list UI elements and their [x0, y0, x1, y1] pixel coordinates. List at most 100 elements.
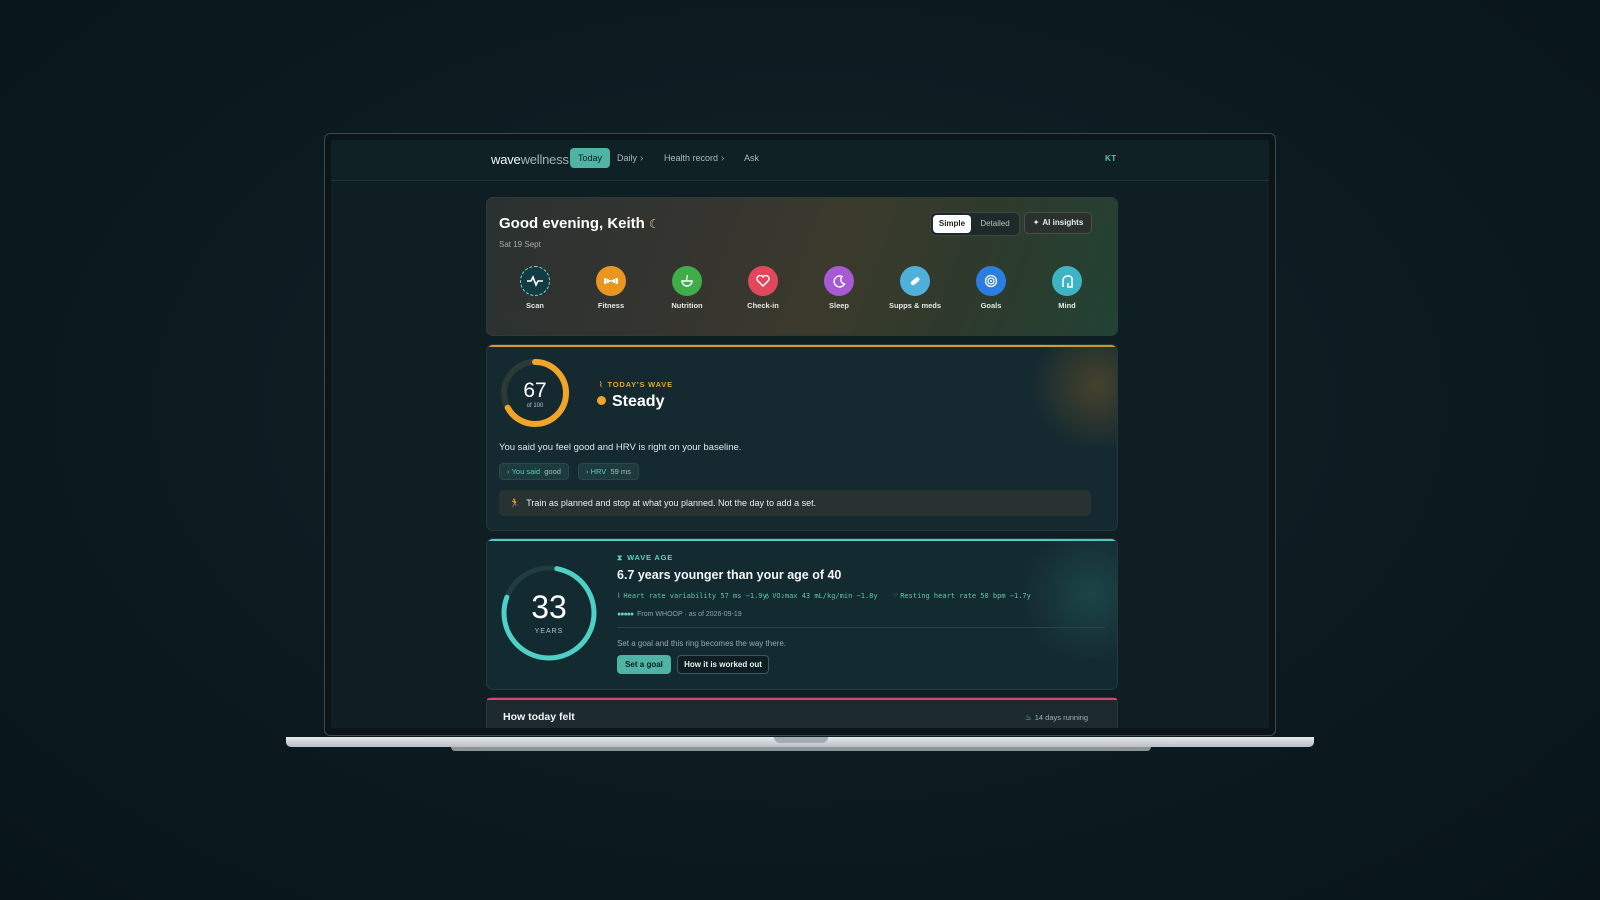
tab-health-record[interactable]: Health record › — [656, 148, 732, 168]
quick-action-mind[interactable]: Mind — [1037, 266, 1097, 310]
wave-score-ring: 67 of 100 — [501, 359, 569, 427]
how-worked-out-button[interactable]: How it is worked out — [677, 655, 769, 674]
ai-insights-label: AI insights — [1042, 218, 1084, 227]
heart-icon: ♡ — [893, 592, 898, 600]
quick-action-label: Sleep — [828, 301, 849, 310]
data-source: ●●●●● From WHOOP · as of 2026-09-19 — [617, 611, 742, 618]
app-logo[interactable]: wavewellness — [491, 152, 569, 167]
wave-description: You said you feel good and HRV is right … — [499, 442, 742, 453]
wave-age-label-text: WAVE AGE — [627, 553, 674, 562]
state-dot — [597, 396, 606, 405]
laptop-lip — [451, 747, 1151, 751]
greeting-title: Good evening, Keith ☾ — [499, 215, 660, 232]
chip-key: You said — [511, 467, 541, 476]
metric-resting-hr[interactable]: ♡ Resting heart rate 50 bpm −1.7y — [893, 592, 1031, 600]
greeting-text: Good evening, Keith — [499, 215, 645, 232]
tab-ask[interactable]: Ask — [736, 148, 767, 168]
wave-glow — [1017, 345, 1117, 445]
quick-action-scan[interactable]: Scan — [505, 266, 565, 310]
metric-vo2max[interactable]: ♁ VO₂max 43 mL/kg/min −1.8y — [765, 592, 878, 600]
view-detailed-button[interactable]: Detailed — [973, 215, 1017, 233]
metric-text: Heart rate variability 57 ms −1.9y — [623, 592, 767, 600]
quick-action-supps-meds[interactable]: Supps & meds — [885, 266, 945, 310]
quick-action-sleep[interactable]: Sleep — [809, 266, 869, 310]
laptop-bezel: wavewellness Today Daily › Health record ›… — [324, 133, 1276, 736]
metric-hrv[interactable]: ⌇ Heart rate variability 57 ms −1.9y — [617, 592, 767, 600]
quick-action-nutrition[interactable]: Nutrition — [657, 266, 717, 310]
tab-today-label: Today — [578, 153, 603, 163]
pulse-icon: ⌇ — [599, 380, 604, 389]
chevron-right-icon: › — [640, 153, 644, 164]
wave-state-text: Steady — [612, 393, 665, 410]
moon-icon — [824, 266, 854, 296]
flame-icon: ♨ — [1025, 713, 1032, 722]
streak-badge: ♨ 14 days running — [1025, 713, 1088, 722]
pill-icon — [900, 266, 930, 296]
advice-text: Train as planned and stop at what you pl… — [526, 498, 817, 508]
hourglass-icon: ⧗ — [617, 553, 624, 562]
chip-you-said[interactable]: › You said good — [499, 463, 569, 480]
moon-icon: ☾ — [649, 217, 660, 231]
top-nav: wavewellness Today Daily › Health record ›… — [331, 140, 1269, 181]
logo-wave: wave — [491, 152, 521, 167]
runner-icon: 🏃 — [509, 498, 521, 508]
todays-wave-label-text: TODAY'S WAVE — [607, 380, 673, 389]
wave-score-value: 67 — [523, 379, 546, 402]
tab-ask-label: Ask — [744, 153, 760, 163]
app-screen: wavewellness Today Daily › Health record ›… — [331, 140, 1269, 728]
pulse-icon — [520, 266, 550, 296]
metric-text: Resting heart rate 50 bpm −1.7y — [900, 592, 1031, 600]
laptop: wavewellness Today Daily › Health record ›… — [324, 133, 1276, 737]
logo-wellness: wellness — [520, 152, 569, 167]
bowl-icon — [672, 266, 702, 296]
greeting-date: Sat 19 Sept — [499, 240, 541, 249]
wave-age-title: 6.7 years younger than your age of 40 — [617, 568, 842, 582]
how-today-felt-card[interactable]: How today felt ♨ 14 days running — [486, 697, 1118, 728]
quick-action-label: Nutrition — [671, 301, 703, 310]
streak-text: 14 days running — [1034, 713, 1089, 722]
wave-score-of: of 100 — [527, 403, 544, 409]
sparkle-icon: ✦ — [1032, 218, 1040, 227]
goal-prompt: Set a goal and this ring becomes the way… — [617, 639, 786, 648]
wave-state: Steady — [597, 393, 664, 411]
chevron-right-icon: › — [586, 467, 589, 476]
pulse-icon: ⌇ — [617, 592, 621, 600]
training-advice: 🏃 Train as planned and stop at what you p… — [499, 490, 1091, 516]
chevron-right-icon: › — [507, 467, 510, 476]
signal-dots-icon: ●●●●● — [617, 611, 634, 618]
quick-action-check-in[interactable]: Check-in — [733, 266, 793, 310]
tab-today[interactable]: Today — [570, 148, 611, 168]
target-icon — [976, 266, 1006, 296]
view-simple-button[interactable]: Simple — [933, 215, 971, 233]
chip-hrv[interactable]: › HRV 59 ms — [578, 463, 639, 480]
lungs-icon: ♁ — [765, 592, 770, 600]
quick-action-fitness[interactable]: Fitness — [581, 266, 641, 310]
quick-action-label: Mind — [1058, 301, 1076, 310]
tab-health-record-label: Health record — [664, 153, 719, 163]
tab-daily[interactable]: Daily › — [609, 148, 651, 168]
dumbbell-icon — [596, 266, 626, 296]
heart-icon — [748, 266, 778, 296]
quick-action-label: Check-in — [747, 301, 779, 310]
quick-action-goals[interactable]: Goals — [961, 266, 1021, 310]
tab-daily-label: Daily — [617, 153, 638, 163]
chevron-right-icon: › — [721, 153, 725, 164]
user-avatar[interactable]: KT — [1105, 154, 1117, 163]
mind-icon — [1052, 266, 1082, 296]
wave-age-value: 33 — [531, 589, 567, 625]
felt-accent-bar — [487, 698, 1117, 700]
greeting-card: Good evening, Keith ☾ Sat 19 Sept Simple… — [486, 197, 1118, 336]
wave-age-card[interactable]: 33 YEARS ⧗ WAVE AGE 6.7 years younger tha… — [486, 538, 1118, 690]
quick-action-label: Supps & meds — [888, 301, 942, 310]
wave-age-label: ⧗ WAVE AGE — [617, 553, 673, 563]
quick-action-label: Goals — [980, 301, 1002, 310]
data-source-text: From WHOOP · as of 2026-09-19 — [637, 611, 742, 618]
todays-wave-label: ⌇ TODAY'S WAVE — [599, 380, 673, 389]
todays-wave-card[interactable]: 67 of 100 ⌇ TODAY'S WAVE Steady You said … — [486, 344, 1118, 531]
set-goal-button[interactable]: Set a goal — [617, 655, 671, 674]
chip-value: 59 ms — [610, 467, 631, 476]
ai-insights-button[interactable]: ✦ AI insights — [1024, 212, 1092, 234]
wave-age-unit: YEARS — [535, 628, 564, 635]
quick-action-label: Fitness — [597, 301, 625, 310]
chip-key: HRV — [590, 467, 607, 476]
